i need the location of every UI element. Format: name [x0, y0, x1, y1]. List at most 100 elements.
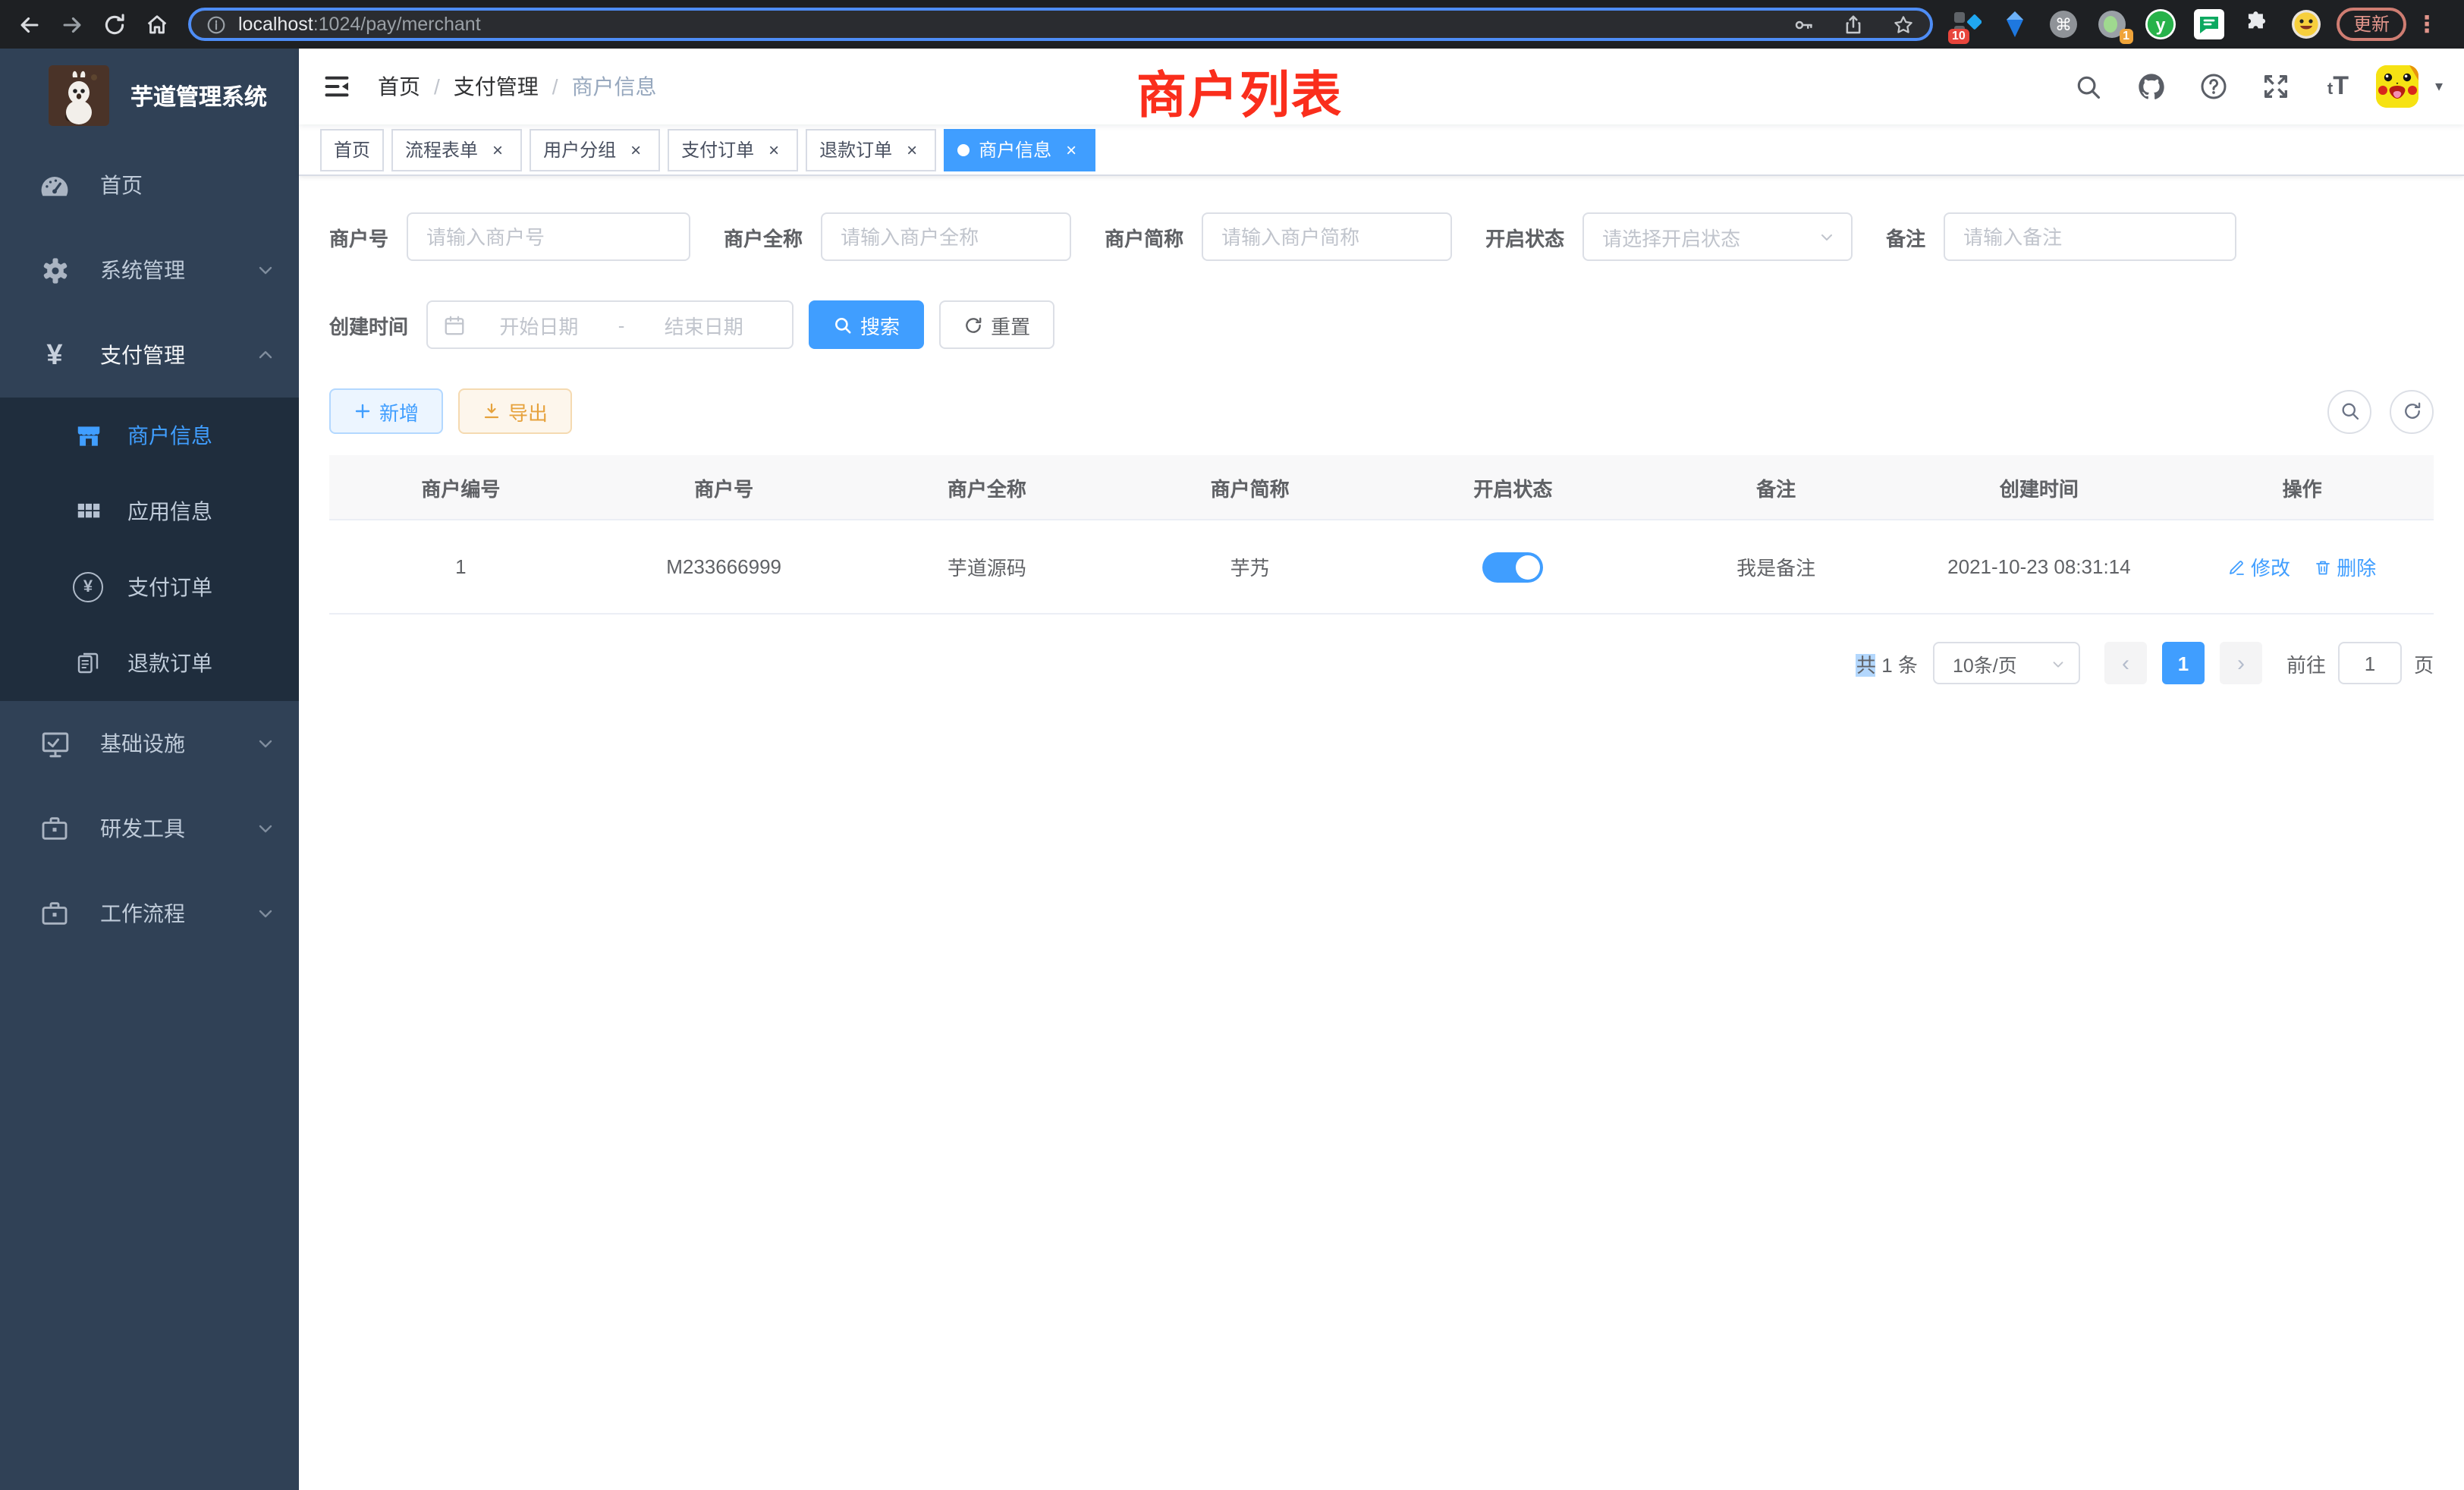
remark-input[interactable] [1944, 212, 2236, 261]
download-icon [482, 402, 501, 420]
delete-link[interactable]: 删除 [2314, 552, 2376, 581]
sidebar-item-label: 研发工具 [100, 813, 256, 844]
browser-extensions: 10 ⌘ 1 y [1951, 9, 2321, 39]
extensions-puzzle-icon[interactable] [2242, 9, 2273, 39]
table-toolbar: 新增 导出 [329, 388, 2434, 434]
extension-tampermonkey-icon[interactable]: 10 [1951, 9, 1982, 39]
reset-button[interactable]: 重置 [939, 300, 1054, 349]
chevron-down-icon [256, 819, 275, 838]
close-icon[interactable]: × [901, 139, 922, 160]
sidebar-item-label: 首页 [100, 170, 275, 200]
search-icon[interactable] [2065, 62, 2114, 111]
address-bar[interactable]: localhost:1024/pay/merchant [188, 8, 1933, 41]
browser-forward-icon[interactable] [59, 11, 85, 37]
toggle-search-icon[interactable] [2327, 389, 2371, 433]
font-size-icon[interactable]: tT [2314, 62, 2362, 111]
store-icon [73, 420, 103, 451]
fullscreen-icon[interactable] [2252, 62, 2300, 111]
breadcrumb-separator: / [552, 74, 558, 99]
sidebar: 芋道管理系统 首页 系统管理 ¥ 支付管理 [0, 49, 299, 1490]
url-text[interactable]: localhost:1024/pay/merchant [238, 14, 481, 35]
help-icon[interactable] [2189, 62, 2238, 111]
breadcrumb-home[interactable]: 首页 [378, 71, 420, 102]
yen-circle-icon: ¥ [73, 572, 103, 602]
browser-reload-icon[interactable] [102, 11, 127, 37]
close-icon[interactable]: × [625, 139, 646, 160]
browser-back-icon[interactable] [17, 11, 42, 37]
chevron-up-icon [256, 346, 275, 364]
share-icon[interactable] [1842, 13, 1865, 36]
status-toggle[interactable] [1482, 552, 1543, 582]
github-icon[interactable] [2127, 62, 2176, 111]
content-area: 商户列表 首页 / 支付管理 / 商户信息 [299, 49, 2464, 1490]
tab-home[interactable]: 首页 [320, 128, 384, 171]
close-icon[interactable]: × [487, 139, 508, 160]
field-label: 备注 [1886, 222, 1925, 251]
top-navbar: 首页 / 支付管理 / 商户信息 [299, 49, 2464, 124]
close-icon[interactable]: × [763, 139, 784, 160]
sidebar-item-merchant-info[interactable]: 商户信息 [0, 398, 299, 473]
search-button[interactable]: 搜索 [809, 300, 924, 349]
avatar-caret-icon[interactable]: ▾ [2435, 78, 2443, 95]
calendar-icon [443, 313, 466, 336]
sidebar-item-workflow[interactable]: 工作流程 [0, 871, 299, 956]
sidebar-fold-icon[interactable] [323, 73, 350, 100]
browser-update-button[interactable]: 更新 [2337, 8, 2406, 42]
sidebar-item-payment[interactable]: ¥ 支付管理 [0, 313, 299, 398]
field-label: 商户简称 [1105, 222, 1183, 251]
extension-avatar-icon[interactable]: 1 [2097, 9, 2127, 39]
page-number-1[interactable]: 1 [2162, 642, 2205, 684]
extension-command-icon[interactable]: ⌘ [2048, 9, 2079, 39]
avatar[interactable] [2376, 65, 2418, 108]
goto-page-input[interactable] [2338, 642, 2402, 684]
cell-merchant-no: M233666999 [592, 520, 856, 614]
pagination: 共 1 条 10条/页 ‹ 1 › 前往 页 [329, 642, 2434, 684]
add-button[interactable]: 新增 [329, 388, 443, 434]
export-button[interactable]: 导出 [458, 388, 572, 434]
bookmark-star-icon[interactable] [1892, 13, 1915, 36]
extension-chat-icon[interactable] [2194, 9, 2224, 39]
sidebar-item-pay-order[interactable]: ¥ 支付订单 [0, 549, 299, 625]
browser-chrome: localhost:1024/pay/merchant 10 ⌘ [0, 0, 2464, 49]
sidebar-item-home[interactable]: 首页 [0, 143, 299, 228]
close-icon[interactable]: × [1061, 139, 1082, 160]
tab-process-form[interactable]: 流程表单× [391, 128, 522, 171]
date-range-picker[interactable]: 开始日期 - 结束日期 [426, 300, 794, 349]
app-logo [49, 65, 109, 126]
edit-link[interactable]: 修改 [2228, 552, 2290, 581]
page-size-select[interactable]: 10条/页 [1933, 642, 2080, 684]
status-select[interactable]: 请选择开启状态 [1582, 212, 1853, 261]
password-key-icon[interactable] [1792, 13, 1815, 36]
sidebar-item-dev-tools[interactable]: 研发工具 [0, 786, 299, 871]
profile-emoji-icon[interactable] [2291, 9, 2321, 39]
tab-merchant-info[interactable]: 商户信息× [944, 128, 1095, 171]
next-page-button[interactable]: › [2220, 642, 2262, 684]
full-name-input[interactable] [821, 212, 1071, 261]
breadcrumb-payment[interactable]: 支付管理 [454, 71, 539, 102]
short-name-input[interactable] [1202, 212, 1452, 261]
sidebar-item-system[interactable]: 系统管理 [0, 228, 299, 313]
extension-youdao-icon[interactable]: y [2145, 9, 2176, 39]
refresh-table-icon[interactable] [2390, 389, 2434, 433]
page-info-icon[interactable] [206, 14, 226, 34]
extension-badge: 1 [2119, 29, 2133, 44]
field-label: 创建时间 [329, 310, 408, 339]
field-create-time: 创建时间 开始日期 - 结束日期 [329, 300, 794, 349]
sidebar-logo-row[interactable]: 芋道管理系统 [0, 49, 299, 143]
tab-pay-order[interactable]: 支付订单× [668, 128, 798, 171]
breadcrumb: 首页 / 支付管理 / 商户信息 [378, 71, 657, 102]
sidebar-item-infrastructure[interactable]: 基础设施 [0, 701, 299, 786]
sidebar-submenu-payment: 商户信息 应用信息 ¥ 支付订单 退款订单 [0, 398, 299, 701]
tab-refund-order[interactable]: 退款订单× [806, 128, 936, 171]
document-icon [73, 648, 103, 678]
prev-page-button[interactable]: ‹ [2104, 642, 2147, 684]
sidebar-item-refund-order[interactable]: 退款订单 [0, 625, 299, 701]
chevron-down-icon [2050, 655, 2066, 671]
cell-actions: 修改 删除 [2170, 520, 2434, 614]
merchant-no-input[interactable] [407, 212, 690, 261]
tab-user-group[interactable]: 用户分组× [530, 128, 660, 171]
extension-gem-icon[interactable] [2000, 9, 2030, 39]
browser-home-icon[interactable] [144, 11, 170, 37]
browser-menu-icon[interactable]: ⋮ [2415, 11, 2438, 38]
sidebar-item-app-info[interactable]: 应用信息 [0, 473, 299, 549]
